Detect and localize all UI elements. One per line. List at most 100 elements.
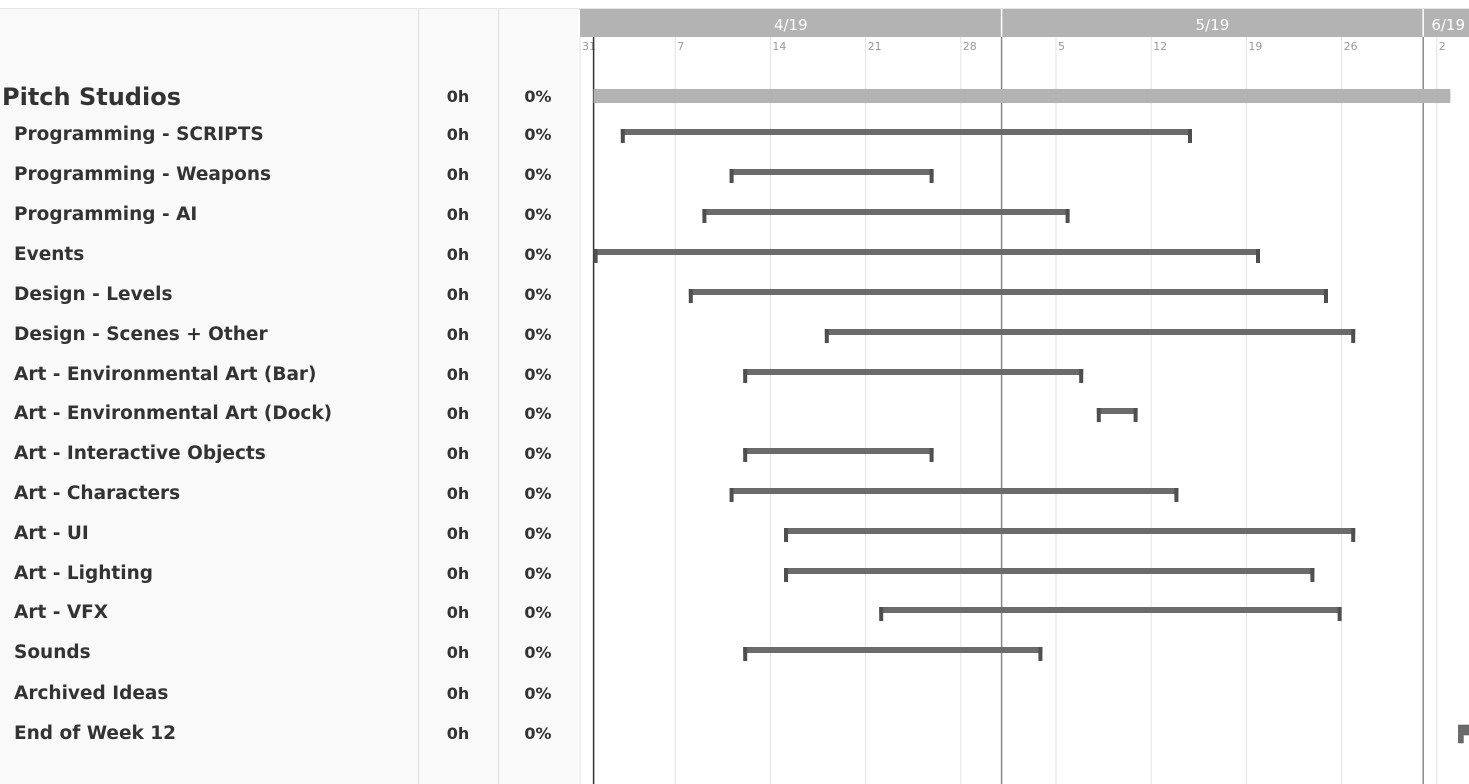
task-name: Art - Characters [14,483,181,504]
task-row[interactable]: Design - Levels 0h 0% [0,275,578,315]
week-tick-label: 7 [677,40,684,53]
task-bar[interactable] [702,209,1070,215]
task-row[interactable]: Art - Environmental Art (Dock) 0h 0% [0,394,578,434]
task-percent: 0% [524,325,552,344]
task-bar-start-cap [743,448,748,462]
task-hours: 0h [446,444,470,463]
task-hours: 0h [446,684,470,703]
task-hours: 0h [446,404,470,423]
task-bar[interactable] [1096,408,1138,414]
group-name: Pitch Studios [2,83,181,111]
week-tick-label: 14 [772,40,786,53]
task-name: Art - Interactive Objects [14,443,266,464]
task-bar[interactable] [729,169,934,175]
task-hours: 0h [446,245,470,264]
task-name: Design - Scenes + Other [14,324,268,345]
task-percent: 0% [524,684,552,703]
task-percent: 0% [524,404,552,423]
task-hours: 0h [446,205,470,224]
task-row[interactable]: Programming - AI 0h 0% [0,195,578,235]
task-percent: 0% [524,245,552,264]
task-row[interactable]: Art - Interactive Objects 0h 0% [0,434,578,474]
task-name: Sounds [14,642,91,663]
month-label: 4/19 [774,16,808,34]
task-row[interactable]: Art - Characters 0h 0% [0,474,578,514]
task-percent: 0% [524,643,552,662]
task-hours: 0h [446,724,470,743]
task-name: End of Week 12 [14,723,177,744]
task-row[interactable]: Design - Scenes + Other 0h 0% [0,315,578,355]
task-bar[interactable] [620,129,1192,135]
task-row[interactable]: Programming - Weapons 0h 0% [0,155,578,195]
task-percent: 0% [524,484,552,503]
milestone-marker[interactable] [1458,724,1469,744]
task-bar-start-cap [729,488,734,502]
task-bar-start-cap [620,129,625,143]
task-percent: 0% [524,724,552,743]
task-percent: 0% [524,205,552,224]
task-percent: 0% [524,524,552,543]
task-bar-end-cap [1256,249,1260,263]
task-percent: 0% [524,564,552,583]
task-bar-end-cap [1310,568,1315,582]
gantt-timeline: 4/19 5/19 6/1931 7 14 21 28 5 12 19 26 2 [579,9,1469,784]
task-bar[interactable] [824,329,1356,335]
task-hours: 0h [446,524,470,543]
task-hours: 0h [446,365,470,384]
task-bar-end-cap [1038,647,1043,661]
task-name: Programming - AI [14,204,198,225]
task-row[interactable]: Art - VFX 0h 0% [0,593,578,633]
task-bar-start-cap [1096,408,1101,422]
task-percent: 0% [524,125,552,144]
task-bar-start-cap [784,568,788,582]
task-hours: 0h [446,125,470,144]
task-hours: 0h [446,484,470,503]
task-bar[interactable] [784,528,1356,534]
task-bar[interactable] [784,568,1315,574]
task-row[interactable]: Art - Environmental Art (Bar) 0h 0% [0,355,578,395]
task-bar-end-cap [1065,209,1070,223]
task-name: Art - VFX [14,602,109,623]
task-percent: 0% [524,365,552,384]
week-tick-label: 21 [868,40,882,53]
group-row[interactable]: Pitch Studios 0h 0% [0,77,578,117]
task-bar[interactable] [743,448,934,454]
task-row[interactable]: Art - Lighting 0h 0% [0,554,578,594]
task-bar-end-cap [1351,528,1356,542]
task-name: Art - Environmental Art (Dock) [14,403,333,424]
task-bar-end-cap [1188,129,1192,143]
task-row[interactable]: End of Week 12 0h 0% [0,714,578,754]
task-name: Events [14,244,85,265]
task-bar[interactable] [743,647,1043,653]
task-hours: 0h [446,643,470,662]
task-bar[interactable] [688,289,1328,295]
week-tick-label: 2 [1439,40,1446,53]
task-bar-end-cap [929,169,934,183]
group-percent: 0% [524,87,552,106]
task-name: Archived Ideas [14,683,169,704]
task-row[interactable]: Events 0h 0% [0,235,578,275]
task-hours: 0h [446,325,470,344]
task-percent: 0% [524,444,552,463]
task-bar-end-cap [1079,369,1084,383]
task-name: Art - UI [14,523,89,544]
task-bar[interactable] [729,488,1179,494]
task-name: Programming - Weapons [14,164,272,185]
task-hours: 0h [446,564,470,583]
month-label: 5/19 [1196,16,1230,34]
task-percent: 0% [524,603,552,622]
task-bar-start-cap [729,169,734,183]
task-row[interactable]: Sounds 0h 0% [0,633,578,673]
task-row[interactable]: Archived Ideas 0h 0% [0,674,578,714]
task-bar-start-cap [824,329,829,343]
task-bar-end-cap [1324,289,1328,303]
task-bar-end-cap [1133,408,1138,422]
task-row[interactable]: Art - UI 0h 0% [0,514,578,554]
task-bar-start-cap [702,209,707,223]
group-hours: 0h [446,87,470,106]
task-row[interactable]: Programming - SCRIPTS 0h 0% [0,115,578,155]
task-bar[interactable] [879,607,1342,613]
task-bar[interactable] [593,249,1260,255]
group-summary-bar[interactable] [593,89,1451,103]
task-bar[interactable] [743,369,1084,375]
